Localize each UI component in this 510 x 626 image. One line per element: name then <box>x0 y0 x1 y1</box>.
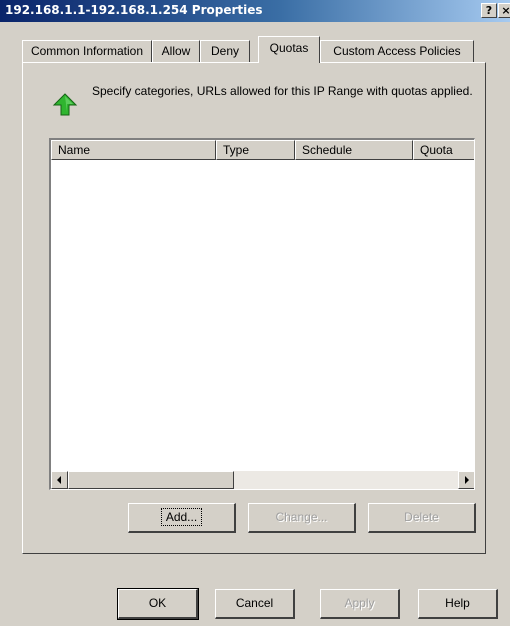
window-title: 192.168.1.1-192.168.1.254 Properties <box>5 3 263 17</box>
tab-strip: Common Information Allow Deny Quotas Cus… <box>0 22 510 63</box>
apply-button[interactable]: Apply <box>320 589 400 619</box>
cancel-button[interactable]: Cancel <box>215 589 295 619</box>
tab-custom-access-policies[interactable]: Custom Access Policies <box>320 40 474 62</box>
scrollbar-thumb[interactable] <box>68 471 234 489</box>
ok-button[interactable]: OK <box>117 588 199 620</box>
scroll-left-button[interactable] <box>51 471 68 489</box>
quotas-description: Specify categories, URLs allowed for thi… <box>92 84 473 98</box>
scroll-right-button[interactable] <box>458 471 474 489</box>
properties-dialog: 192.168.1.1-192.168.1.254 Properties ? ×… <box>0 0 510 626</box>
column-header-name[interactable]: Name <box>51 140 216 160</box>
green-up-arrow-icon <box>52 93 78 116</box>
tab-deny[interactable]: Deny <box>200 40 250 62</box>
tab-allow[interactable]: Allow <box>152 40 200 62</box>
horizontal-scrollbar[interactable] <box>51 471 474 489</box>
help-title-button[interactable]: ? <box>481 3 497 18</box>
column-header-schedule[interactable]: Schedule <box>295 140 413 160</box>
column-header-quota[interactable]: Quota <box>413 140 474 160</box>
tab-common-information[interactable]: Common Information <box>22 40 152 62</box>
arrow-left-icon <box>57 476 61 484</box>
list-body[interactable] <box>51 160 474 470</box>
change-button[interactable]: Change... <box>248 503 356 533</box>
close-title-button[interactable]: × <box>498 3 510 18</box>
add-button-label: Add... <box>160 508 203 526</box>
quotas-list[interactable]: Name Type Schedule Quota <box>49 138 475 490</box>
add-button[interactable]: Add... <box>128 503 236 533</box>
list-header: Name Type Schedule Quota <box>51 140 474 160</box>
arrow-right-icon <box>465 476 469 484</box>
tab-quotas[interactable]: Quotas <box>258 36 320 63</box>
title-bar[interactable]: 192.168.1.1-192.168.1.254 Properties ? × <box>0 0 510 22</box>
help-button[interactable]: Help <box>418 589 498 619</box>
delete-button[interactable]: Delete <box>368 503 476 533</box>
column-header-type[interactable]: Type <box>216 140 295 160</box>
